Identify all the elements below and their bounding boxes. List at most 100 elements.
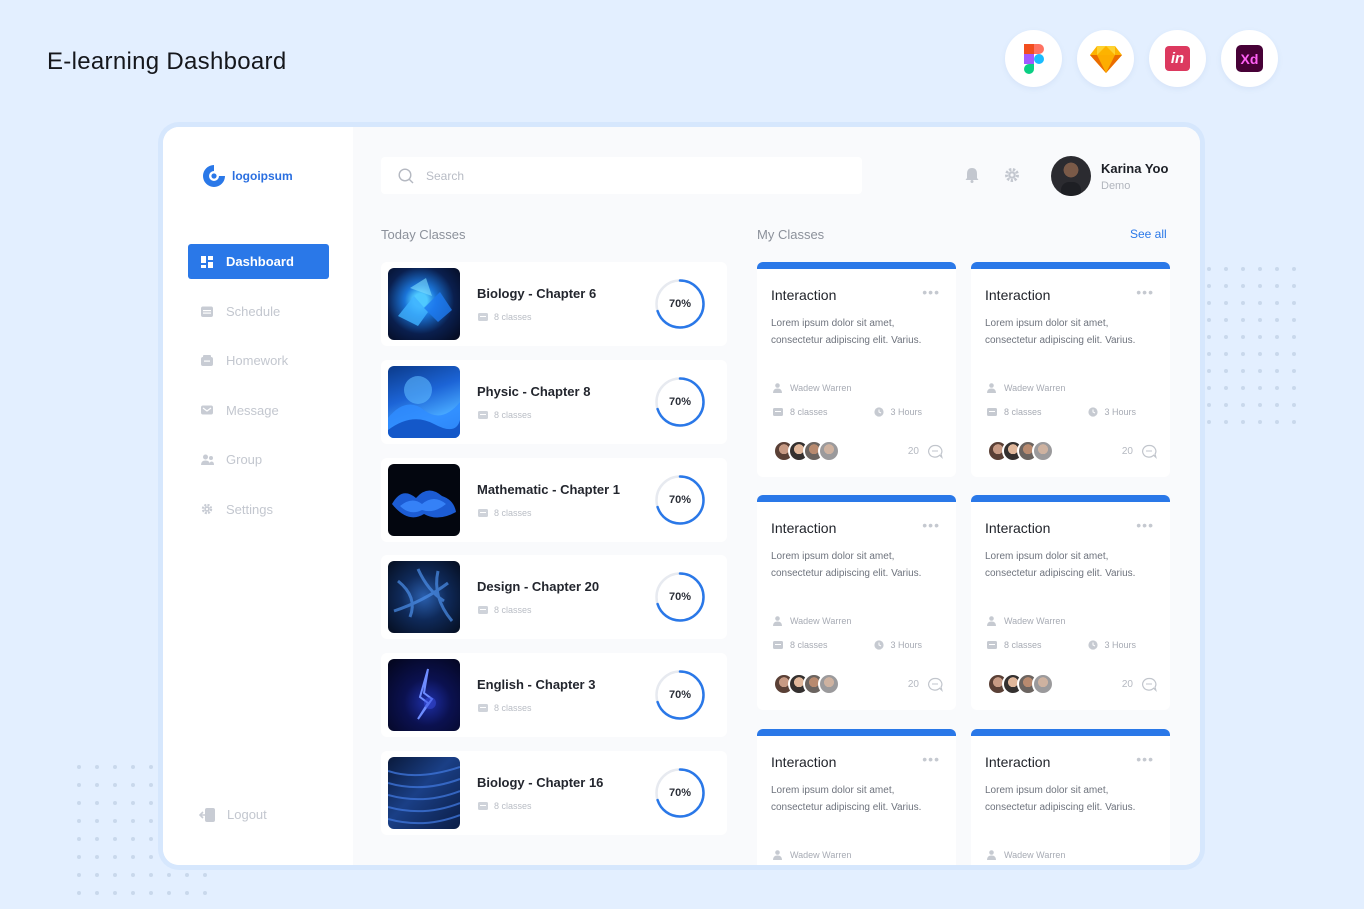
progress-label: 70% [668,493,692,506]
class-meta: 8 classes [478,410,532,420]
logout-button[interactable]: Logout [199,807,267,822]
class-count: 8 classes [790,640,828,650]
class-meta: 8 classes [478,508,532,518]
users-icon [200,453,214,467]
decorative-dots [1207,267,1296,424]
comments-count[interactable]: 20 [908,444,943,459]
calendar-icon [200,304,214,318]
card-author: Wadew Warren [773,850,851,860]
class-card[interactable]: Interaction ••• Lorem ipsum dolor sit am… [971,262,1170,477]
card-description: Lorem ipsum dolor sit amet, consectetur … [985,551,1136,579]
class-title: English - Chapter 3 [477,677,596,693]
class-card[interactable]: Interaction ••• Lorem ipsum dolor sit am… [757,495,956,710]
search-input[interactable] [426,168,846,183]
class-count: 8 classes [494,800,532,811]
class-count: 8 classes [494,507,532,518]
class-card[interactable]: Interaction ••• Lorem ipsum dolor sit am… [757,262,956,477]
book-icon [987,641,997,649]
comment-count: 20 [907,445,919,457]
sidebar-item-group[interactable]: Group [188,442,329,477]
more-icon[interactable]: ••• [922,284,940,300]
duration: 3 Hours [890,640,923,650]
more-icon[interactable]: ••• [1136,284,1154,300]
comments-count[interactable]: 20 [908,677,943,692]
sidebar-item-homework[interactable]: Homework [188,343,329,378]
sidebar-item-settings[interactable]: Settings [188,492,329,527]
class-thumbnail [388,561,460,634]
sidebar-item-message[interactable]: Message [188,393,329,428]
gear-icon[interactable] [1004,167,1020,183]
inbox-icon [200,354,214,368]
class-row[interactable]: Physic - Chapter 8 8 classes 70% [381,359,727,444]
author-name: Wadew Warren [790,383,852,393]
class-count: 8 classes [494,312,532,322]
sidebar-item-label: Group [226,452,263,468]
clock-icon [1087,640,1098,650]
clock-icon [1087,407,1098,417]
comment-count: 20 [1121,678,1133,690]
more-icon[interactable]: ••• [1136,517,1154,533]
more-icon[interactable]: ••• [922,517,940,533]
card-meta: 8 classes 3 Hours [773,640,943,650]
class-thumbnail [388,268,460,340]
class-meta: 8 classes [478,801,532,811]
card-title: Interaction [985,754,1051,770]
card-description: Lorem ipsum dolor sit amet, consectetur … [985,318,1136,346]
clock-icon [873,640,884,650]
comments-count[interactable]: 20 [1122,677,1157,692]
logout-icon [199,807,215,822]
comments-count[interactable]: 20 [1122,444,1157,459]
user-icon [773,850,782,860]
card-footer: 20 [987,673,1157,695]
search-bar[interactable] [381,157,862,194]
class-title: Design - Chapter 20 [477,579,600,595]
author-name: Wadew Warren [1004,850,1066,860]
more-icon[interactable]: ••• [922,751,940,767]
book-icon [478,410,488,419]
card-accent-bar [971,495,1170,502]
search-icon [398,167,414,183]
adobe-xd-icon: Xd [1236,45,1263,72]
progress-label: 70% [668,395,692,408]
class-card[interactable]: Interaction ••• Lorem ipsum dolor sit am… [971,495,1170,710]
book-icon [478,606,488,615]
progress-label: 70% [668,591,692,604]
class-title: Biology - Chapter 6 [477,286,597,301]
class-row[interactable]: Design - Chapter 20 8 classes 70% [381,555,727,640]
class-card[interactable]: Interaction ••• Lorem ipsum dolor sit am… [971,729,1170,865]
class-card[interactable]: Interaction ••• Lorem ipsum dolor sit am… [757,729,956,865]
my-classes-title: My Classes [757,227,825,242]
class-row[interactable]: English - Chapter 3 8 classes 70% [381,653,727,738]
avatar [818,673,840,695]
card-accent-bar [757,729,956,736]
sidebar-item-label: Schedule [226,303,281,319]
see-all-link[interactable]: See all [1130,227,1167,241]
member-avatars [773,673,840,695]
logo[interactable]: logoipsum [201,163,293,189]
sidebar-item-schedule[interactable]: Schedule [188,294,329,329]
author-name: Wadew Warren [790,850,852,860]
card-author: Wadew Warren [773,616,851,626]
class-row[interactable]: Biology - Chapter 6 8 classes 70% [381,262,727,346]
figma-badge [1005,30,1062,87]
sidebar-item-label: Settings [226,501,273,517]
sketch-badge [1077,30,1134,87]
member-avatars [773,440,840,462]
class-row[interactable]: Mathematic - Chapter 1 8 classes 70% [381,457,727,542]
more-icon[interactable]: ••• [1136,751,1154,767]
sidebar-nav: Dashboard Schedule Homework Message Grou… [188,244,329,542]
card-description: Lorem ipsum dolor sit amet, consectetur … [771,785,922,813]
showcase-title: E-learning Dashboard [47,48,287,75]
figma-icon [1023,43,1044,74]
grid-icon [200,255,214,269]
class-row[interactable]: Biology - Chapter 16 8 classes 70% [381,750,727,835]
class-meta: 8 classes [478,605,532,615]
chat-icon [1142,677,1157,692]
user-profile[interactable]: Karina Yoo Demo [1051,156,1168,196]
today-classes-list: Biology - Chapter 6 8 classes 70% Physic… [381,262,727,849]
sidebar-item-dashboard[interactable]: Dashboard [188,244,329,279]
class-count: 8 classes [494,409,532,420]
bell-icon[interactable] [965,167,979,183]
author-name: Wadew Warren [1004,616,1066,626]
user-icon [773,383,782,393]
